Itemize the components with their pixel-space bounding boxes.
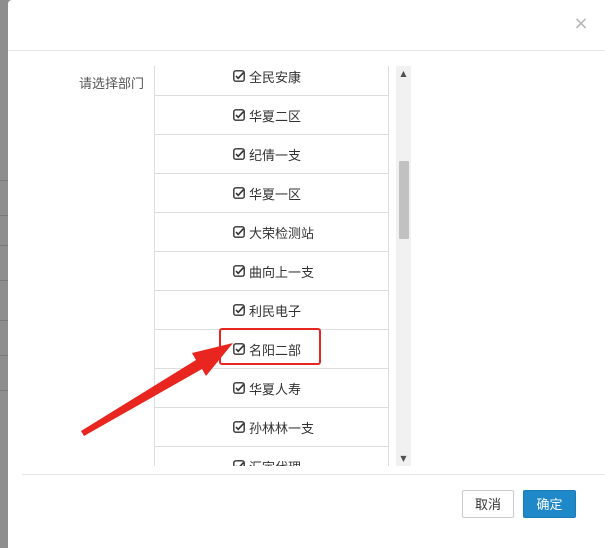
department-label: 大荣检测站 (249, 227, 315, 242)
department-label: 利民电子 (249, 305, 302, 320)
scroll-thumb[interactable] (399, 161, 409, 239)
department-list-item[interactable]: 全民安康 (155, 66, 389, 96)
department-list-content: 全民安康 华夏二区 纪倩一支 华夏一区 大荣检测站 曲向上一支 利民电子 名阳二… (155, 66, 389, 466)
department-label: 华夏人寿 (249, 383, 302, 398)
checkbox-checked-icon[interactable] (233, 460, 245, 466)
department-label: 孙林林一支 (249, 422, 315, 437)
department-list-item[interactable]: 利民电子 (155, 291, 389, 330)
department-list-item[interactable]: 纪倩一支 (155, 135, 389, 174)
checkbox-checked-icon[interactable] (233, 148, 245, 160)
department-list-item[interactable]: 华夏二区 (155, 96, 389, 135)
department-label: 纪倩一支 (249, 149, 302, 164)
department-field-label: 请选择部门 (79, 77, 145, 92)
department-list[interactable]: 全民安康 华夏二区 纪倩一支 华夏一区 大荣检测站 曲向上一支 利民电子 名阳二… (154, 66, 412, 466)
cancel-button[interactable]: 取消 (462, 490, 514, 518)
department-list-item[interactable]: 大荣检测站 (155, 213, 389, 252)
department-list-scrollbar[interactable]: ▲ ▼ (396, 66, 411, 466)
confirm-button[interactable]: 确定 (523, 490, 576, 518)
department-list-item[interactable]: 华夏人寿 (155, 369, 389, 408)
checkbox-checked-icon[interactable] (233, 421, 245, 433)
checkbox-checked-icon[interactable] (233, 265, 245, 277)
checkbox-checked-icon[interactable] (233, 304, 245, 316)
department-list-item[interactable]: 华夏一区 (155, 174, 389, 213)
select-department-dialog: × 请选择部门 全民安康 华夏二区 纪倩一支 华夏一区 大荣检测站 曲向上一支 … (8, 0, 605, 548)
checkbox-checked-icon[interactable] (233, 70, 245, 82)
close-icon[interactable]: × (571, 14, 591, 34)
department-label: 全民安康 (249, 71, 302, 86)
checkbox-checked-icon[interactable] (233, 226, 245, 238)
department-list-item[interactable]: 汇宇代理 (155, 447, 389, 466)
checkbox-checked-icon[interactable] (233, 382, 245, 394)
footer-divider (22, 474, 605, 475)
department-label: 华夏二区 (249, 110, 302, 125)
department-label: 曲向上一支 (249, 266, 315, 281)
department-label: 华夏一区 (249, 188, 302, 203)
scroll-down-arrow-icon[interactable]: ▼ (396, 451, 411, 466)
dialog-header: × (8, 0, 605, 51)
department-label: 汇宇代理 (249, 457, 301, 466)
department-list-item[interactable]: 曲向上一支 (155, 252, 389, 291)
annotation-highlight-box (219, 328, 321, 365)
scroll-up-arrow-icon[interactable]: ▲ (396, 66, 411, 81)
checkbox-checked-icon[interactable] (233, 109, 245, 121)
department-list-item[interactable]: 孙林林一支 (155, 408, 389, 447)
checkbox-checked-icon[interactable] (233, 187, 245, 199)
